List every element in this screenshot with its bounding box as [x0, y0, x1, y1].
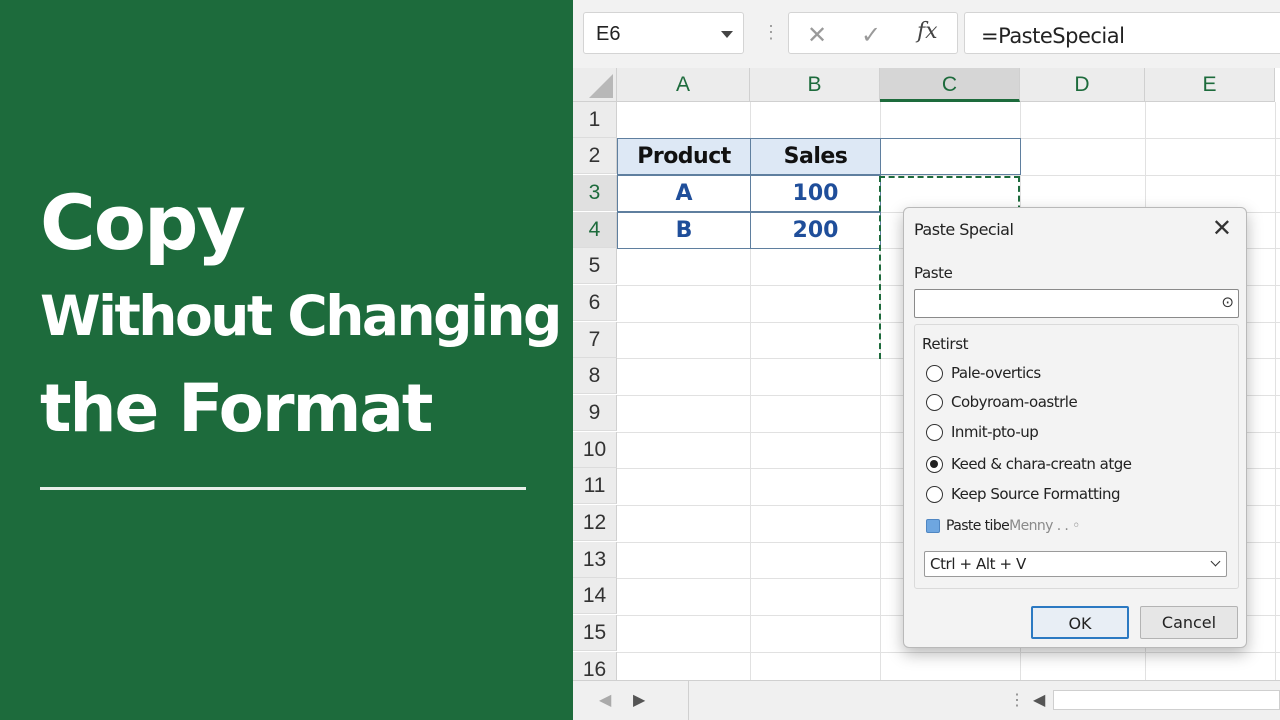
table-cell-product[interactable]: A	[617, 175, 751, 212]
banner-divider	[40, 487, 526, 490]
column-header-a[interactable]: A	[617, 68, 750, 102]
row-header-10[interactable]: 10	[573, 432, 617, 468]
table-cell-product[interactable]: B	[617, 212, 751, 249]
close-icon[interactable]: ✕	[1212, 214, 1232, 242]
next-sheet-icon[interactable]: ▶	[633, 690, 645, 710]
checkbox[interactable]	[926, 519, 940, 533]
radio-label: Cobyroam-oastrle	[951, 393, 1078, 411]
row-header-9[interactable]: 9	[573, 395, 617, 431]
paste-label: Paste	[914, 264, 953, 282]
radio-button-selected[interactable]	[926, 456, 943, 473]
title-line-3: the Format	[40, 370, 433, 447]
shortcut-select[interactable]: Ctrl + Alt + V	[924, 551, 1227, 577]
radio-button[interactable]	[926, 365, 943, 382]
row-header-8[interactable]: 8	[573, 358, 617, 394]
formula-bar-buttons: ✕ ✓ fx	[788, 12, 958, 54]
column-header-e[interactable]: E	[1145, 68, 1275, 102]
grid-line	[617, 652, 1280, 653]
dialog-title: Paste Special	[914, 220, 1014, 239]
checkbox-label: Paste tibeMenny . . ◦	[946, 518, 1080, 534]
radio-button[interactable]	[926, 486, 943, 503]
cancel-button[interactable]: Cancel	[1140, 606, 1238, 639]
name-box[interactable]: E6	[583, 12, 744, 54]
enter-check-icon[interactable]: ✓	[861, 21, 881, 50]
insert-function-icon[interactable]: fx	[917, 19, 938, 44]
row-header-6[interactable]: 6	[573, 285, 617, 321]
radio-button[interactable]	[926, 424, 943, 441]
table-header-sales[interactable]: Sales	[750, 138, 881, 175]
select-all-triangle-icon	[589, 74, 613, 98]
column-header-b[interactable]: B	[750, 68, 880, 102]
column-header-c[interactable]: C	[880, 68, 1020, 102]
row-header-11[interactable]: 11	[573, 468, 617, 504]
paste-field[interactable]: ⊙	[914, 289, 1239, 318]
radio-label: Keed & chara-creatn atge	[951, 455, 1132, 473]
radio-label: Inmit-pto-up	[951, 423, 1039, 441]
chevron-down-icon[interactable]	[1210, 556, 1221, 567]
shortcut-select-value: Ctrl + Alt + V	[930, 555, 1026, 573]
radio-button[interactable]	[926, 394, 943, 411]
paste-special-dialog: Paste Special ✕ Paste ⊙ Retirst Pale-ove…	[903, 207, 1247, 648]
radio-label: Keep Source Formatting	[951, 485, 1121, 503]
chevron-down-icon[interactable]	[721, 31, 733, 38]
checkbox-label-text: Paste tibe	[946, 518, 1010, 534]
checkbox-label-faded: Menny . . ◦	[1009, 518, 1080, 534]
cell-c2[interactable]	[880, 138, 1021, 175]
row-header-12[interactable]: 12	[573, 505, 617, 541]
row-header-5[interactable]: 5	[573, 248, 617, 284]
row-header-7[interactable]: 7	[573, 322, 617, 358]
row-header-4[interactable]: 4	[573, 212, 617, 248]
radio-label: Pale-overtics	[951, 364, 1041, 382]
column-header-d[interactable]: D	[1020, 68, 1145, 102]
table-cell-sales[interactable]: 100	[750, 175, 881, 212]
row-header-2[interactable]: 2	[573, 138, 617, 174]
name-box-value: E6	[596, 23, 621, 45]
row-header-3[interactable]: 3	[573, 175, 617, 211]
row-header-13[interactable]: 13	[573, 542, 617, 578]
grid-line	[1275, 102, 1276, 680]
target-icon[interactable]: ⊙	[1221, 293, 1234, 311]
scroll-left-icon[interactable]: ◀	[1033, 690, 1045, 710]
previous-sheet-icon[interactable]: ◀	[599, 690, 611, 710]
title-line-2: Without Changing	[40, 284, 562, 348]
title-banner: Copy Without Changing the Format	[0, 0, 573, 720]
table-header-product[interactable]: Product	[617, 138, 751, 175]
formula-bar-grip-icon: ⋮	[762, 22, 780, 42]
sheet-tab-bar: ◀ ▶ ⋮ ◀	[573, 680, 1280, 720]
options-group-label: Retirst	[922, 335, 969, 353]
tab-bar-divider	[688, 681, 689, 720]
title-line-1: Copy	[40, 178, 246, 267]
formula-input[interactable]: =PasteSpecial	[964, 12, 1280, 54]
tab-bar-grip-icon[interactable]: ⋮	[1009, 690, 1025, 710]
select-all-corner[interactable]	[573, 68, 617, 102]
cancel-entry-icon[interactable]: ✕	[807, 21, 827, 50]
ok-button[interactable]: OK	[1031, 606, 1129, 639]
row-header-15[interactable]: 15	[573, 615, 617, 651]
horizontal-scrollbar[interactable]	[1053, 690, 1280, 710]
row-header-14[interactable]: 14	[573, 578, 617, 614]
table-cell-sales[interactable]: 200	[750, 212, 881, 249]
row-header-1[interactable]: 1	[573, 102, 617, 138]
